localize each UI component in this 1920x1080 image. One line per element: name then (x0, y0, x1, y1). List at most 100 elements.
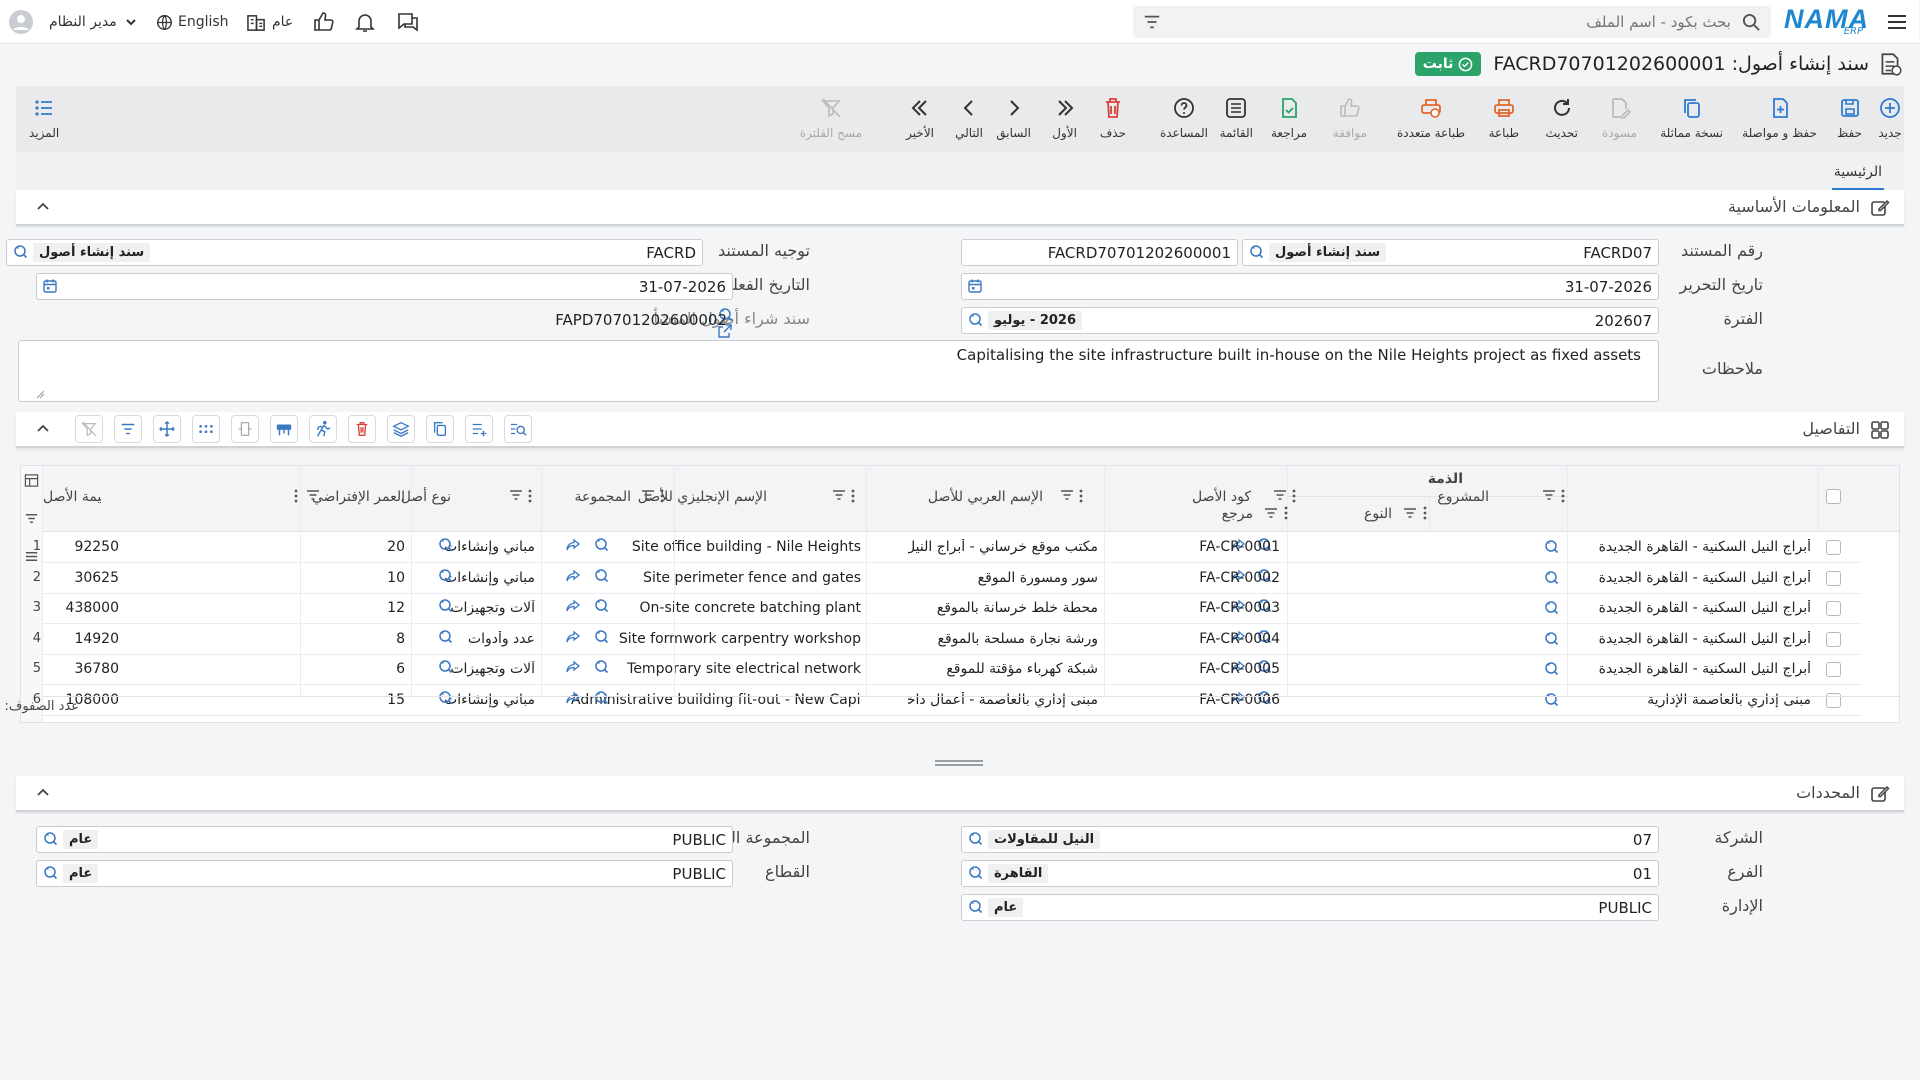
first-button[interactable]: الأول (1053, 96, 1078, 140)
calendar-icon[interactable] (968, 278, 984, 294)
lookup-icon[interactable] (438, 629, 454, 645)
scope-switch[interactable]: عام (247, 11, 294, 33)
delete-button[interactable]: حذف (1101, 96, 1127, 140)
column-menu-icon[interactable] (1562, 489, 1566, 503)
previous-button[interactable]: السابق (997, 96, 1032, 140)
doc-direction-field[interactable]: FACRD سند إنشاء أصول (7, 239, 704, 266)
clear-filter-button[interactable]: مسح الفلترة (801, 96, 863, 140)
run-button[interactable] (310, 415, 338, 443)
lookup-icon[interactable] (43, 831, 59, 847)
lookup-icon[interactable] (13, 244, 29, 260)
filter-icon[interactable] (1273, 487, 1289, 503)
lookup-icon[interactable] (1544, 570, 1560, 586)
duplicate-row-button[interactable] (427, 415, 455, 443)
language-switch[interactable]: English (157, 11, 230, 33)
search-filter-icon[interactable] (1144, 13, 1162, 31)
share-icon[interactable] (566, 598, 582, 614)
chat-icon[interactable] (397, 10, 421, 34)
lookup-icon[interactable] (438, 690, 454, 706)
chevron-up-icon[interactable] (35, 784, 53, 802)
period-field[interactable]: 202607 2026 - يوليو (962, 307, 1660, 334)
row-checkbox[interactable] (1827, 692, 1842, 708)
row-checkbox[interactable] (1827, 540, 1842, 555)
row-checkbox[interactable] (1827, 631, 1842, 647)
determinants-header[interactable]: المحددات (17, 776, 1905, 812)
column-menu-icon[interactable] (1293, 489, 1297, 503)
lookup-icon[interactable] (968, 899, 984, 915)
lookup-icon[interactable] (594, 659, 610, 675)
column-header-group[interactable]: المجموعة (576, 489, 632, 505)
filter-icon[interactable] (1264, 505, 1280, 521)
filter-icon[interactable] (832, 487, 848, 503)
move-button[interactable] (154, 415, 182, 443)
filter-icon[interactable] (1060, 487, 1076, 503)
grid-filter-button[interactable] (115, 415, 143, 443)
multi-print-button[interactable]: طباعة متعددة (1398, 96, 1466, 140)
row-checkbox[interactable] (1827, 662, 1842, 677)
table-settings-button[interactable] (271, 415, 299, 443)
lookup-icon[interactable] (438, 568, 454, 584)
last-button[interactable]: الأخير (907, 96, 935, 140)
help-button[interactable]: المساعدة (1161, 96, 1209, 140)
review-button[interactable]: مراجعة (1272, 96, 1308, 140)
column-menu-icon[interactable] (852, 489, 856, 503)
share-icon[interactable] (566, 690, 582, 706)
analytic-group-field[interactable]: PUBLIC عام (37, 826, 734, 853)
column-menu-icon[interactable] (1424, 506, 1428, 520)
column-header-asset-code[interactable]: كود الأصل (1193, 489, 1252, 505)
lookup-icon[interactable] (1544, 631, 1560, 647)
bell-icon[interactable] (354, 10, 378, 34)
source-doc-field[interactable]: FAPD70701202600002 (37, 307, 734, 338)
column-header-project[interactable]: المشروع (1438, 489, 1490, 505)
department-field[interactable]: PUBLIC عام (962, 894, 1660, 921)
lookup-icon[interactable] (438, 537, 454, 553)
row-checkbox[interactable] (1827, 601, 1842, 616)
edit-date-field[interactable]: 31-07-2026 (962, 273, 1660, 300)
column-menu-icon[interactable] (1285, 506, 1289, 520)
menu-icon[interactable] (1886, 10, 1910, 34)
column-menu-icon[interactable] (529, 489, 533, 503)
list-button[interactable]: القائمة (1221, 96, 1254, 140)
more-button[interactable]: المزيد (30, 96, 60, 140)
draft-button[interactable]: مسودة (1603, 96, 1638, 140)
branch-field[interactable]: 01 القاهرة (962, 860, 1660, 887)
column-header-reference[interactable]: مرجع (1223, 506, 1254, 522)
filter-icon[interactable] (509, 487, 525, 503)
save-continue-button[interactable]: حفظ و مواصلة (1743, 96, 1818, 140)
lookup-icon[interactable] (438, 659, 454, 675)
column-header-english-name[interactable]: الإسم الإنجليزي للأصل (639, 489, 768, 505)
table-columns-icon[interactable] (25, 473, 40, 488)
column-header-asset-value[interactable]: قيمة الأصل (44, 489, 102, 505)
column-header-arabic-name[interactable]: الإسم العربي للأصل (929, 489, 1044, 505)
lookup-icon[interactable] (968, 865, 984, 881)
print-button[interactable]: طباعة (1490, 96, 1520, 140)
share-icon[interactable] (566, 629, 582, 645)
thumbs-up-icon[interactable] (313, 10, 337, 34)
copy-button[interactable]: نسخة مماثلة (1661, 96, 1724, 140)
splitter-handle[interactable] (936, 760, 984, 766)
calendar-icon[interactable] (43, 278, 59, 294)
lookup-icon[interactable] (1544, 600, 1560, 616)
column-header-type[interactable]: النوع (1365, 506, 1393, 522)
basic-info-header[interactable]: المعلومات الأساسية (17, 190, 1905, 226)
doc-number-field[interactable]: FACRD07 سند إنشاء أصول (1243, 239, 1660, 266)
doc-number-full-field[interactable]: FACRD70701202600001 (962, 239, 1239, 266)
lookup-icon[interactable] (1544, 539, 1560, 555)
lookup-icon[interactable] (43, 865, 59, 881)
grid-dots-button[interactable] (193, 415, 221, 443)
lookup-icon[interactable] (968, 312, 984, 328)
brand-logo[interactable]: NAMA ERP (1785, 2, 1870, 40)
lookup-icon[interactable] (594, 598, 610, 614)
lookup-icon[interactable] (594, 568, 610, 584)
lookup-icon[interactable] (594, 629, 610, 645)
filter-icon[interactable] (306, 487, 322, 503)
lookup-icon[interactable] (1544, 661, 1560, 677)
search-input[interactable] (1212, 10, 1732, 34)
filter-icon[interactable] (1542, 487, 1558, 503)
filter-icon[interactable] (641, 487, 657, 503)
approve-button[interactable]: موافقة (1334, 96, 1368, 140)
lookup-icon[interactable] (968, 831, 984, 847)
layers-button[interactable] (388, 415, 416, 443)
delete-row-button[interactable] (349, 415, 377, 443)
select-all-checkbox[interactable] (1827, 489, 1842, 504)
